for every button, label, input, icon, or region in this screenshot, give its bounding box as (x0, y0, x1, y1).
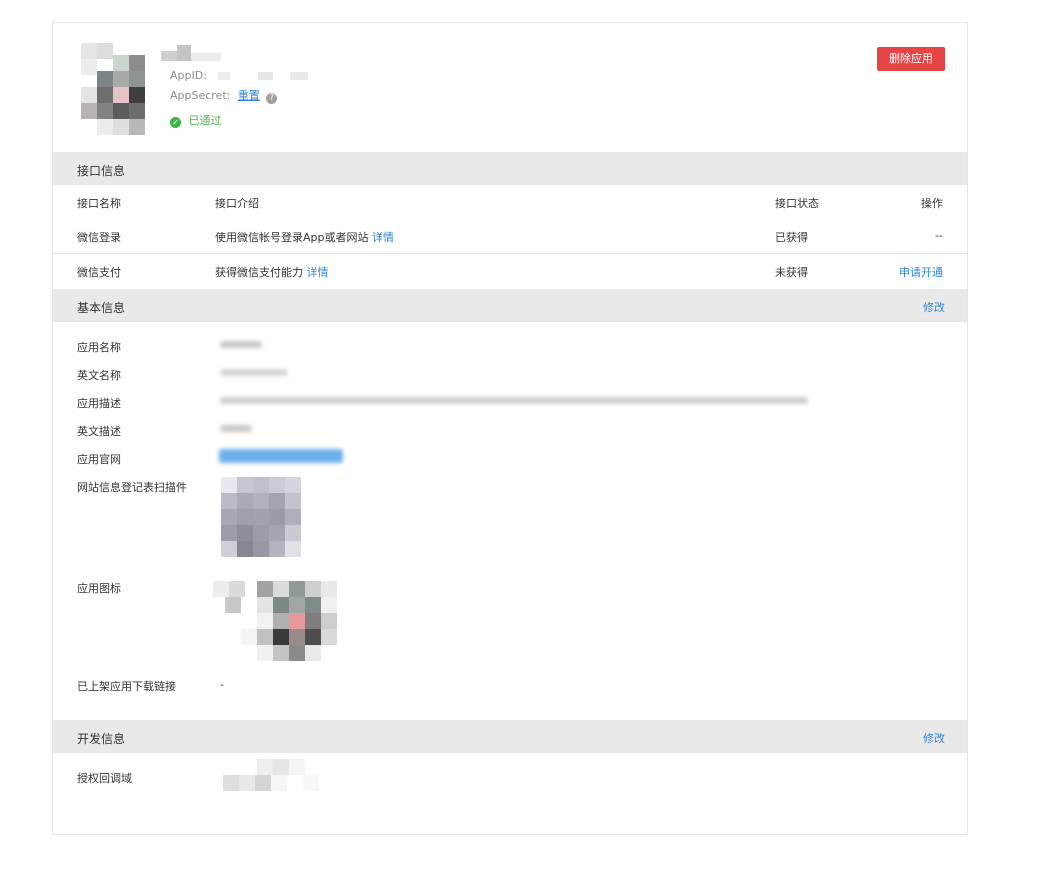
col-api-desc: 接口介绍 (215, 197, 259, 210)
edit-dev-link[interactable]: 修改 (923, 730, 945, 746)
website-value-redacted[interactable] (219, 449, 343, 463)
api-name: 微信登录 (77, 231, 121, 244)
basic-section-header: 基本信息 修改 (53, 289, 967, 322)
label-en-desc: 英文描述 (77, 425, 121, 438)
col-api-name: 接口名称 (77, 197, 121, 210)
api-status: 未获得 (775, 266, 808, 279)
api-desc: 获得微信支付能力 详情 (215, 264, 329, 280)
appid-row: AppID: (170, 69, 319, 82)
api-desc-text: 获得微信支付能力 (215, 266, 303, 279)
label-app-name: 应用名称 (77, 341, 121, 354)
api-desc: 使用微信帐号登录App或者网站 详情 (215, 229, 394, 245)
api-detail-link[interactable]: 详情 (307, 266, 329, 279)
app-name-value-redacted (220, 341, 262, 348)
appid-label: AppID: (170, 69, 207, 82)
label-download-link: 已上架应用下载链接 (77, 680, 176, 693)
appsecret-row: AppSecret: 重置 ? (170, 87, 278, 104)
label-callback-domain: 授权回调域 (77, 772, 132, 785)
en-name-value-redacted (220, 369, 288, 376)
app-avatar (81, 43, 145, 135)
api-status: 已获得 (775, 231, 808, 244)
api-section-title: 接口信息 (77, 164, 126, 178)
col-api-status: 接口状态 (775, 197, 819, 210)
callback-domain-redacted (223, 759, 319, 791)
approval-status-text: 已通过 (188, 114, 222, 127)
delete-app-button[interactable]: 删除应用 (877, 47, 945, 71)
download-link-value: - (220, 678, 224, 691)
api-detail-link[interactable]: 详情 (372, 231, 394, 244)
en-desc-value-redacted (220, 425, 252, 432)
dev-section-header: 开发信息 修改 (53, 720, 967, 753)
reset-secret-link[interactable]: 重置 (238, 89, 260, 102)
label-site-plugin: 网站信息登记表扫描件 (77, 481, 187, 494)
approval-status: ✓ 已通过 (170, 112, 222, 128)
app-icon-image[interactable] (213, 581, 337, 663)
help-icon[interactable]: ? (266, 93, 278, 104)
edit-basic-link[interactable]: 修改 (923, 299, 945, 315)
label-en-name: 英文名称 (77, 369, 121, 382)
dev-section-title: 开发信息 (77, 732, 126, 746)
api-action: -- (935, 229, 943, 242)
appid-value-redacted (218, 72, 319, 80)
app-name-redacted (161, 45, 231, 61)
site-plugin-image[interactable] (221, 477, 303, 561)
apply-open-link[interactable]: 申请开通 (899, 264, 943, 280)
row-divider (53, 253, 967, 254)
label-app-icon: 应用图标 (77, 582, 121, 595)
col-api-action: 操作 (921, 197, 943, 210)
api-section-header: 接口信息 (53, 152, 967, 185)
label-app-desc: 应用描述 (77, 397, 121, 410)
api-desc-text: 使用微信帐号登录App或者网站 (215, 231, 369, 244)
check-circle-icon: ✓ (170, 117, 181, 128)
basic-section-title: 基本信息 (77, 301, 126, 315)
api-name: 微信支付 (77, 266, 121, 279)
label-website: 应用官网 (77, 453, 121, 466)
app-detail-card: AppID: AppSecret: 重置 ? ✓ 已通过 删除应用 接口信息 接… (52, 22, 968, 835)
app-desc-value-redacted (220, 397, 808, 404)
appsecret-label: AppSecret: (170, 89, 231, 102)
